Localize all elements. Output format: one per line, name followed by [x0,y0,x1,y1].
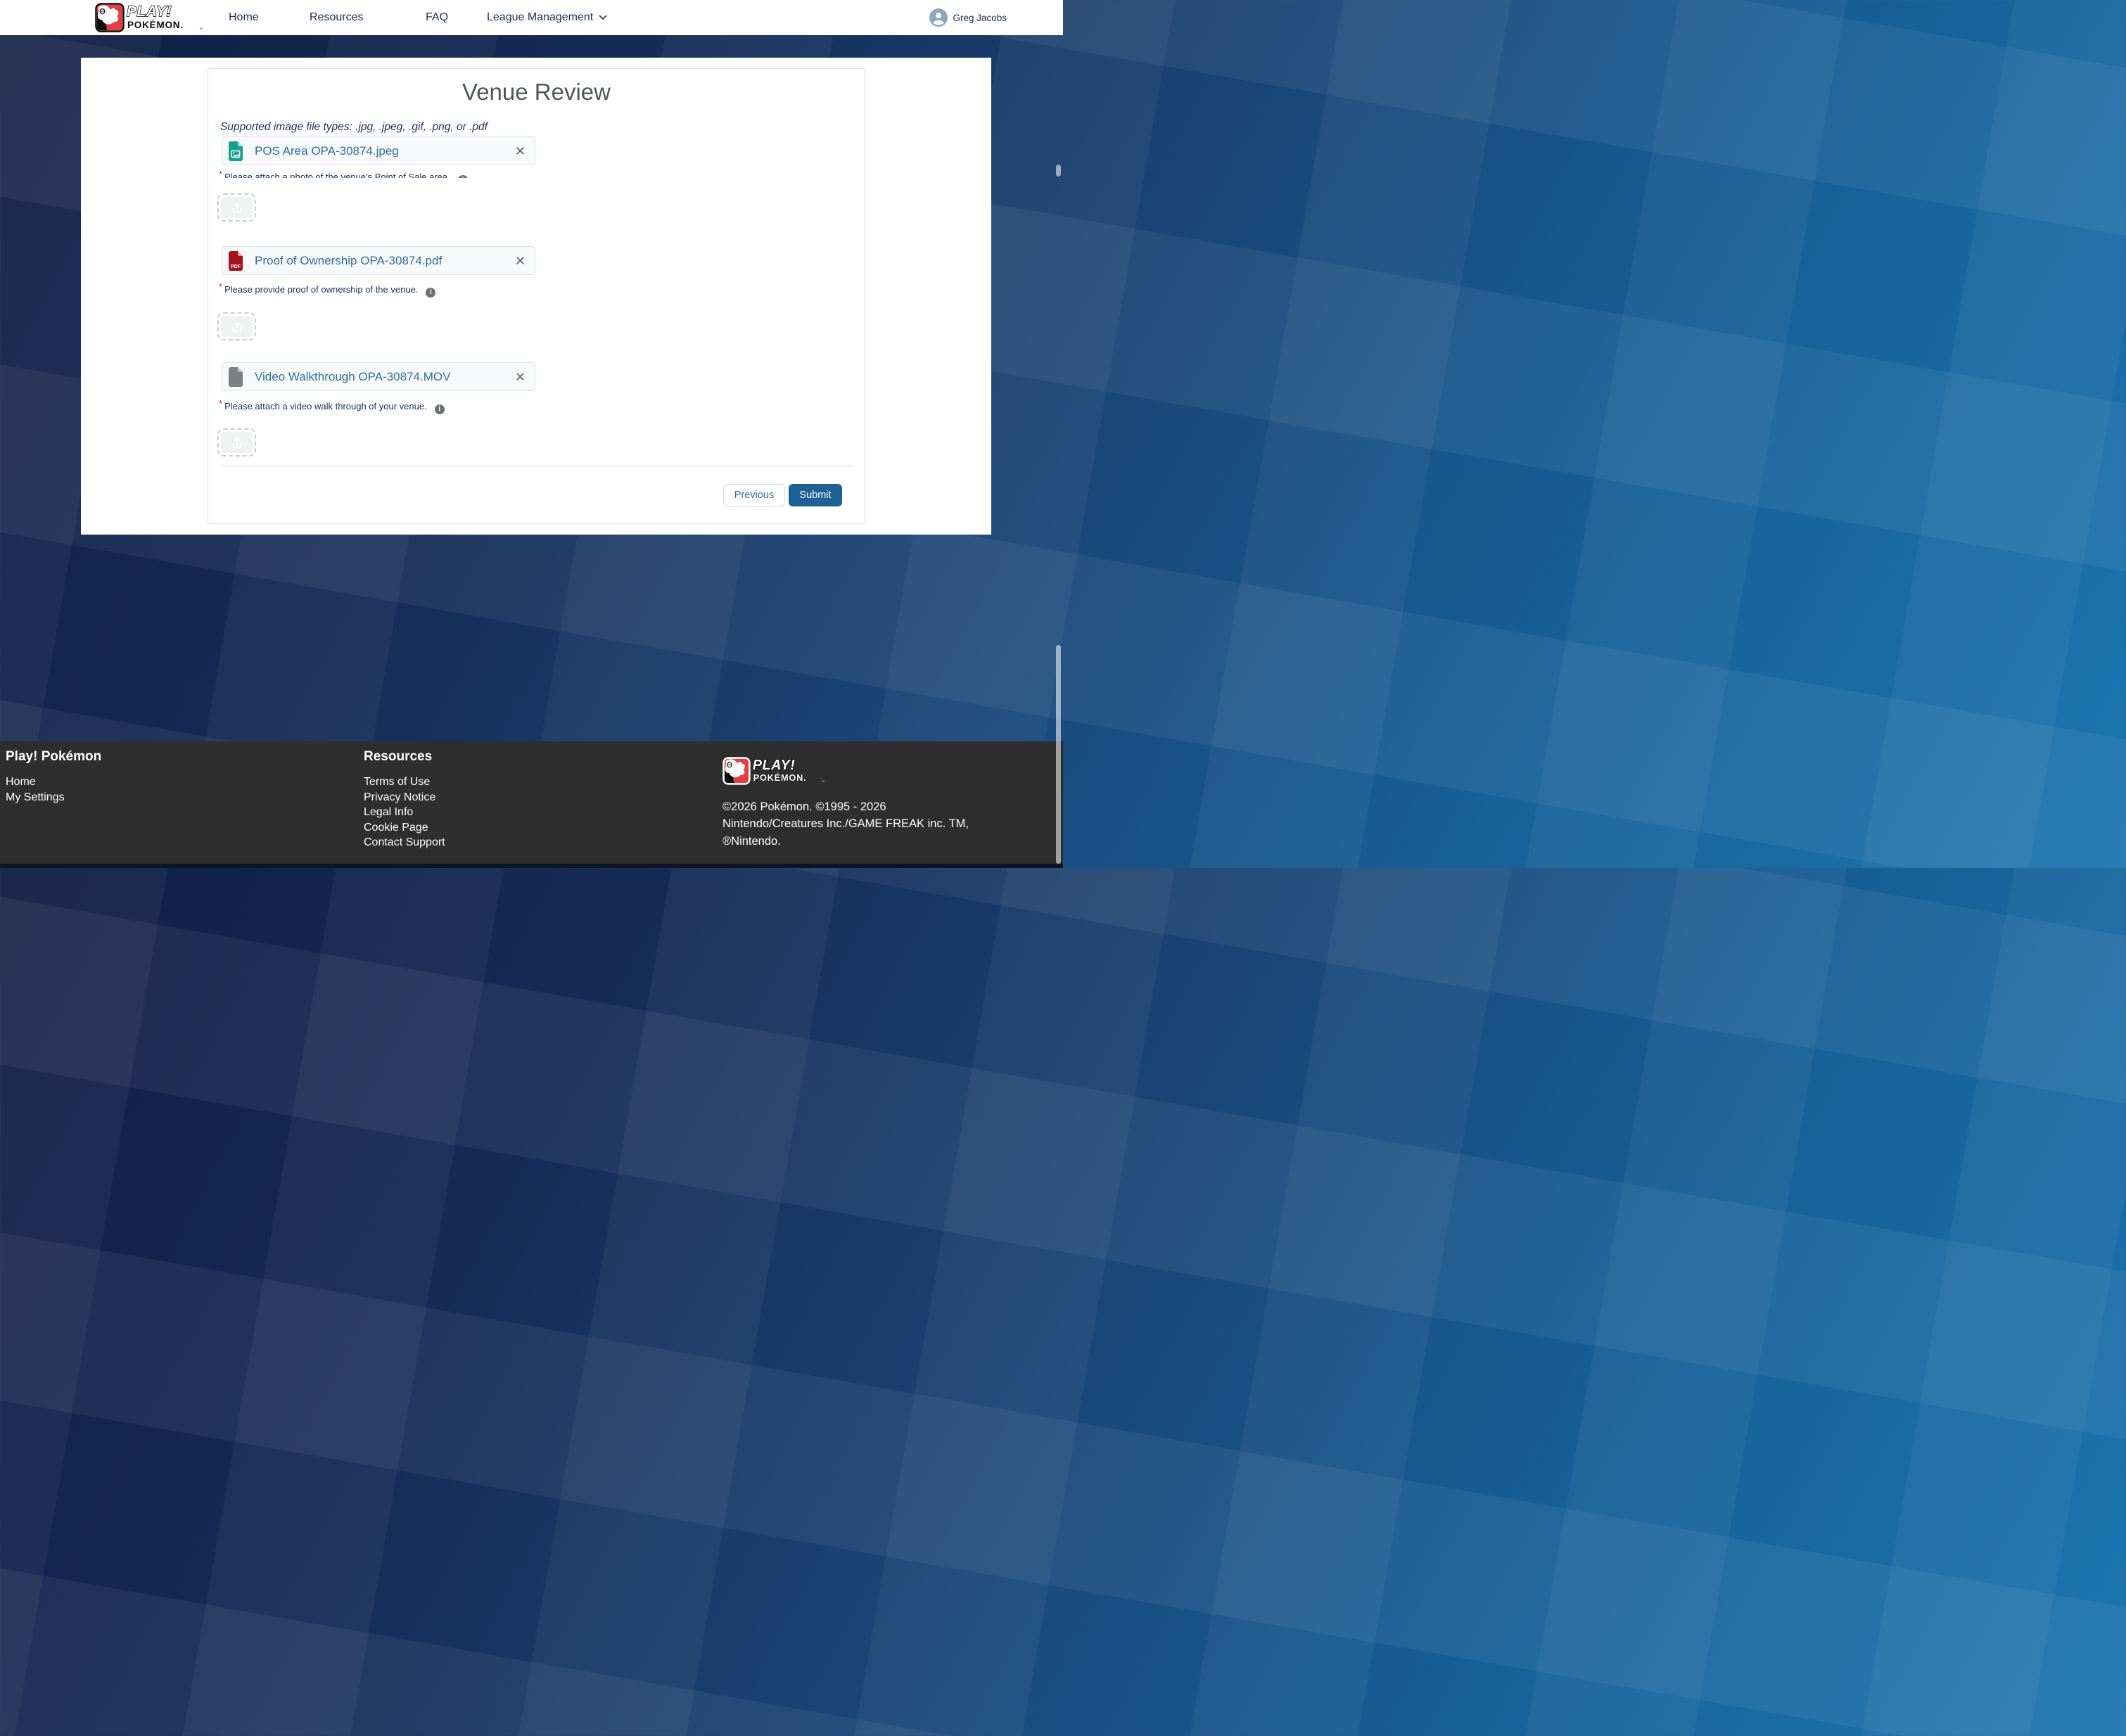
nav-item-home[interactable]: Home [229,0,259,35]
nav-item-resources[interactable]: Resources [310,0,363,35]
submit-button[interactable]: Submit [789,484,842,506]
supported-file-types-note: Supported image file types: .jpg, .jpeg,… [220,121,488,134]
uploaded-file-card: POS Area OPA-30874.jpeg ✕ [222,136,535,165]
footer-link-home[interactable]: Home [6,777,101,788]
pdf-badge-text: PDF [231,264,241,269]
requirement-text: Please attach a photo of the venue’s Poi… [224,172,450,178]
copyright-line-2: Nintendo/Creatures Inc./GAME FREAK inc. … [723,815,969,832]
logo-tm-mark: ™ [822,780,825,784]
footer-heading: Play! Pokémon [6,749,101,765]
page-footer: Play! Pokémon Home My Settings Resources… [0,741,1063,868]
required-asterisk: * [219,398,222,409]
copyright-text: ©2026 Pokémon. ©1995 - 2026 Nintendo/Cre… [723,798,969,850]
play-pokemon-logo[interactable]: PLAY! POKÉMON. ™ [95,3,206,36]
footer-column-play-pokemon: Play! Pokémon Home My Settings [6,749,101,808]
footer-link-cookie-page[interactable]: Cookie Page [364,823,445,834]
file-upload-dropzone[interactable] [217,193,256,222]
page: { "header": { "logo": { "line1": "PLAY!"… [0,0,1063,868]
logo-tm-mark: ™ [199,27,203,32]
nav-item-faq[interactable]: FAQ [426,0,448,35]
venue-review-card: Venue Review Supported image file types:… [208,68,865,524]
remove-file-button[interactable]: ✕ [515,371,526,383]
avatar [929,8,948,27]
generic-file-icon [228,366,243,388]
required-asterisk: * [219,169,222,178]
upload-icon [230,200,244,215]
content-panel: Venue Review Supported image file types:… [81,58,991,535]
logo-play-text: PLAY! [127,4,172,20]
remove-file-button[interactable]: ✕ [515,255,526,267]
footer-bottom-strip [0,864,1063,868]
footer-link-terms-of-use[interactable]: Terms of Use [364,777,445,788]
top-navigation-bar: PLAY! POKÉMON. ™ Home Resources FAQ Leag… [0,0,1063,35]
upload-requirement: *Please attach a photo of the venue’s Po… [219,169,739,178]
upload-icon [230,319,244,333]
logo-pokemon-text: POKÉMON. [127,20,184,30]
footer-link-contact-support[interactable]: Contact Support [364,838,445,848]
uploaded-file-link[interactable]: Proof of Ownership OPA-30874.pdf [255,254,442,268]
requirement-text: Please provide proof of ownership of the… [224,284,418,295]
upload-requirement: *Please attach a video walk through of y… [219,398,739,414]
nav-league-label: League Management [487,11,593,23]
copyright-line-1: ©2026 Pokémon. ©1995 - 2026 [723,798,969,815]
play-pokemon-logo-icon: PLAY! POKÉMON. ™ [95,3,206,32]
page-title: Venue Review [208,79,865,106]
required-asterisk: * [219,281,222,292]
footer-play-pokemon-logo: PLAY! POKÉMON. ™ [723,757,828,785]
info-icon[interactable]: i [435,404,445,414]
scrollbar-thumb-inner[interactable] [1056,165,1061,177]
uploaded-file-card: PDF Proof of Ownership OPA-30874.pdf ✕ [222,246,535,275]
uploaded-file-card: Video Walkthrough OPA-30874.MOV ✕ [222,362,535,391]
requirement-text: Please attach a video walk through of yo… [224,401,427,411]
chevron-down-icon [599,0,607,35]
footer-column-resources: Resources Terms of Use Privacy Notice Le… [364,749,445,853]
upload-requirement: *Please provide proof of ownership of th… [219,281,739,298]
form-actions: Previous Submit [723,484,842,506]
image-file-icon [228,141,243,162]
footer-heading: Resources [364,749,445,765]
pdf-file-icon: PDF [228,250,243,272]
uploaded-file-link[interactable]: POS Area OPA-30874.jpeg [255,144,399,158]
previous-button[interactable]: Previous [723,484,785,506]
uploaded-file-link[interactable]: Video Walkthrough OPA-30874.MOV [255,370,450,384]
footer-link-my-settings[interactable]: My Settings [6,793,101,803]
footer-link-privacy-notice[interactable]: Privacy Notice [364,793,445,803]
scrollbar-thumb-page[interactable] [1056,645,1061,864]
file-upload-dropzone[interactable] [217,428,256,457]
dropzone-inner [221,197,253,218]
info-icon[interactable]: i [426,288,435,298]
user-menu[interactable]: Greg Jacobs [929,0,1007,35]
footer-column-legal: PLAY! POKÉMON. ™ ©2026 Pokémon. ©1995 - … [723,757,969,850]
logo-pokemon-text: POKÉMON. [753,772,807,783]
copyright-line-3: ®Nintendo. [723,833,969,850]
info-icon[interactable]: i [458,175,468,178]
logo-play-text: PLAY! [753,758,796,773]
dropzone-inner [221,432,253,453]
upload-icon [230,435,244,449]
nav-item-league-management[interactable]: League Management [487,0,607,35]
footer-link-legal-info[interactable]: Legal Info [364,808,445,818]
dropzone-inner [221,316,253,337]
remove-file-button[interactable]: ✕ [515,145,526,158]
file-upload-dropzone[interactable] [217,312,256,340]
user-name: Greg Jacobs [953,13,1007,23]
